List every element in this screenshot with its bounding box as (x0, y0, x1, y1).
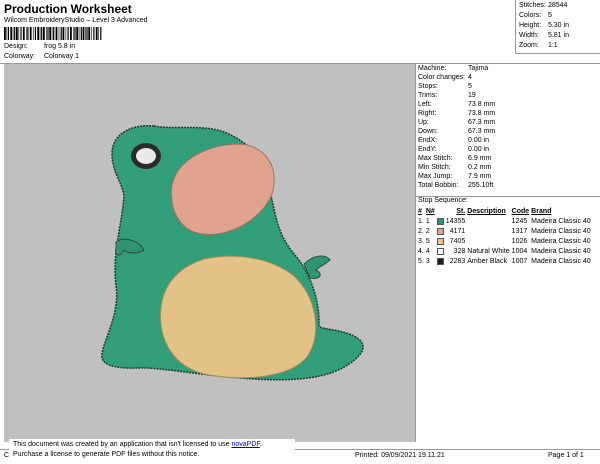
info-max-jump: Max Jump: 7.9 mm (418, 173, 492, 180)
info-down: Down: 67.3 mm (418, 128, 496, 135)
row-num: 5. (418, 258, 424, 265)
design-label: Design: (4, 43, 28, 50)
stat-height: Height: 5.30 in (519, 22, 569, 29)
row-swatch (436, 227, 446, 237)
design-value: frog 5.8 in (43, 43, 76, 50)
page-number: Page 1 of 1 (548, 452, 584, 459)
notice-text: This document was created by an applicat… (13, 441, 232, 448)
row-brand: Madeira Classic 40 (531, 228, 591, 235)
info-max-stitch: Max Stitch: 6.9 mm (418, 155, 492, 162)
row-brand: Madeira Classic 40 (531, 238, 591, 245)
frog-belly-shape (159, 255, 317, 379)
row-description: Natural White (467, 248, 510, 255)
row-stitches: 328 (453, 248, 466, 255)
barcode (4, 27, 102, 40)
row-description (467, 227, 511, 237)
table-row: 5. 3 2283 Amber Black 1007 Madeira Classic 40 (418, 257, 593, 267)
row-code: 1004 (511, 248, 528, 255)
row-num: 2. (418, 228, 424, 235)
col-header-num: # (418, 208, 422, 215)
novapdf-link[interactable]: novaPDF (231, 441, 259, 448)
row-description: Amber Black (467, 258, 507, 265)
page-title: Production Worksheet (4, 2, 132, 16)
color-swatch-icon (436, 237, 444, 245)
col-header-needle: N# (425, 208, 435, 215)
stat-width: Width: 5.81 in (519, 32, 569, 39)
color-swatch-icon (436, 217, 444, 225)
row-needle: 5 (425, 238, 430, 245)
colorway-label: Colorway: (4, 53, 36, 60)
info-min-stitch: Min Stitch: 0.2 mm (418, 164, 492, 171)
row-needle: 2 (425, 228, 430, 235)
design-row: Design: frog 5.8 in (4, 43, 75, 50)
stats-box: Stitches: 28544 Colors: 5 Height: 5.30 i… (515, 0, 600, 54)
col-header-code: Code (511, 208, 530, 215)
row-description (467, 217, 511, 227)
row-code: 1007 (511, 258, 528, 265)
color-swatch-icon (436, 247, 444, 255)
printed-timestamp: Printed: 09/09/2021 19.11.21 (355, 452, 445, 459)
row-brand: Madeira Classic 40 (531, 218, 591, 225)
row-swatch (436, 237, 446, 247)
col-header-stitches: St. (456, 208, 466, 215)
info-left: Left: 73.8 mm (418, 101, 496, 108)
row-brand: Madeira Classic 40 (531, 258, 591, 265)
table-row: 2. 2 4171 1317 Madeira Classic 40 (418, 227, 593, 237)
color-swatch-icon (436, 257, 444, 265)
row-code: 1026 (511, 238, 528, 245)
color-swatch-icon (436, 227, 444, 235)
info-machine: Machine: Tajima (418, 65, 489, 72)
notice-purchase-text: Purchase a license to generate PDF files… (13, 451, 200, 458)
row-needle: 4 (425, 248, 430, 255)
row-swatch (436, 247, 446, 257)
row-stitches: 2283 (449, 258, 466, 265)
license-notice: This document was created by an applicat… (9, 439, 295, 462)
row-brand: Madeira Classic 40 (531, 248, 591, 255)
info-right: Right: 73.8 mm (418, 110, 496, 117)
col-header-swatch (437, 207, 446, 217)
row-num: 3. (418, 238, 424, 245)
row-code: 1245 (511, 218, 528, 225)
stat-colors: Colors: 5 (519, 12, 552, 19)
stat-zoom: Zoom: 1:1 (519, 42, 558, 49)
colorway-value: Colorway 1 (43, 53, 79, 60)
row-stitches: 14355 (445, 218, 466, 225)
table-row: 1. 1 14355 1245 Madeira Classic 40 (418, 217, 593, 227)
info-color-changes: Color changes: 4 (418, 74, 472, 81)
stop-sequence-table: # N# St. Description Code Brand 1. 1 14355… (418, 207, 593, 267)
info-stops: Stops: 5 (418, 83, 472, 90)
row-stitches: 4171 (449, 228, 466, 235)
row-num: 4. (418, 248, 424, 255)
stop-sequence-title: Stop Sequence: (418, 197, 468, 204)
table-row: 4. 4 328 Natural White 1004 Madeira Classic 4… (418, 247, 593, 257)
info-endy: EndY: 0.00 in (418, 146, 490, 153)
software-subtitle: Wilcom EmbroideryStudio – Level 3 Advanc… (4, 17, 148, 24)
info-total-bobbin: Total Bobbin: 255.10ft (418, 182, 494, 189)
col-header-brand: Brand (531, 208, 552, 215)
table-header-row: # N# St. Description Code Brand (418, 207, 593, 217)
col-header-description: Description (467, 208, 506, 215)
row-stitches: 7405 (449, 238, 466, 245)
colorway-row: Colorway: Colorway 1 (4, 53, 79, 60)
row-num: 1. (418, 218, 424, 225)
stat-stitches: Stitches: 28544 (519, 2, 568, 9)
frog-eye-inner (136, 148, 156, 164)
frog-embroidery-image (101, 124, 364, 381)
row-needle: 1 (425, 218, 430, 225)
info-trims: Trims: 19 (418, 92, 476, 99)
table-row: 3. 5 7405 1026 Madeira Classic 40 (418, 237, 593, 247)
row-code: 1317 (511, 228, 528, 235)
info-endx: EndX: 0.00 in (418, 137, 490, 144)
row-swatch (436, 257, 446, 267)
row-description (467, 237, 511, 247)
row-needle: 3 (425, 258, 430, 265)
row-swatch (436, 217, 446, 227)
info-up: Up: 67.3 mm (418, 119, 496, 126)
design-preview (4, 64, 416, 442)
